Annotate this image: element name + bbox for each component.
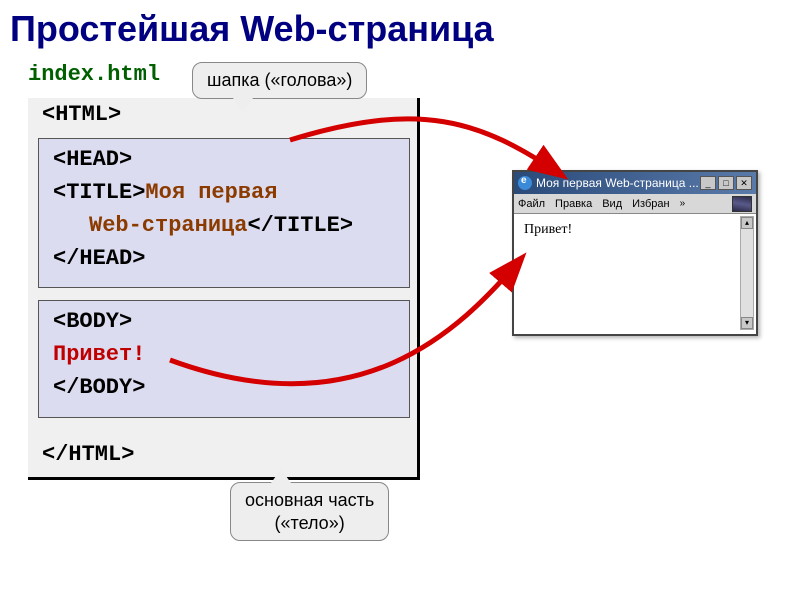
code-body-open: <BODY> [39, 305, 409, 338]
code-head-close: </HEAD> [39, 242, 409, 275]
code-title-line1: <TITLE>Моя первая [39, 176, 409, 209]
slide-title: Простейшая Web-страница [10, 8, 494, 50]
callout-head: шапка («голова») [192, 62, 367, 99]
code-head-open: <HEAD> [39, 143, 409, 176]
code-body-block: <BODY> Привет! </BODY> [38, 300, 410, 418]
scroll-down-button[interactable]: ▾ [741, 317, 753, 329]
browser-window-title: Моя первая Web-страница ... [536, 176, 699, 190]
code-title-open: <TITLE> [53, 180, 145, 205]
filename-label: index.html [28, 62, 160, 87]
maximize-button[interactable]: □ [718, 176, 734, 190]
close-button[interactable]: ✕ [736, 176, 752, 190]
window-buttons: _ □ ✕ [700, 176, 752, 190]
browser-menubar: Файл Правка Вид Избран » [514, 194, 756, 214]
code-html-open: <HTML> [28, 98, 417, 131]
minimize-button[interactable]: _ [700, 176, 716, 190]
callout-body: основная часть («тело») [230, 482, 389, 541]
browser-logo-icon [732, 196, 752, 212]
code-head-block: <HEAD> <TITLE>Моя первая Web-страница</T… [38, 138, 410, 288]
browser-scrollbar[interactable]: ▴ ▾ [740, 216, 754, 330]
browser-rendered-text: Привет! [524, 222, 572, 237]
menu-file[interactable]: Файл [518, 198, 545, 210]
scroll-up-button[interactable]: ▴ [741, 217, 753, 229]
ie-icon [518, 176, 532, 190]
code-body-text: Привет! [39, 338, 409, 371]
menu-more-icon[interactable]: » [680, 198, 686, 209]
menu-view[interactable]: Вид [602, 198, 622, 210]
callout-body-line2: («тело») [275, 513, 345, 533]
menu-edit[interactable]: Правка [555, 198, 592, 210]
callout-body-line1: основная часть [245, 490, 374, 510]
browser-window: Моя первая Web-страница ... _ □ ✕ Файл П… [512, 170, 758, 336]
code-html-close: </HTML> [28, 438, 148, 471]
code-title-text2: Web-страница [89, 213, 247, 238]
code-body-close: </BODY> [39, 371, 409, 404]
menu-favorites[interactable]: Избран [632, 198, 669, 210]
code-title-close: </TITLE> [247, 213, 353, 238]
browser-content: Привет! [514, 214, 756, 334]
code-title-line2: Web-страница</TITLE> [39, 209, 409, 242]
browser-titlebar: Моя первая Web-страница ... _ □ ✕ [514, 172, 756, 194]
code-block: <HTML> <HEAD> <TITLE>Моя первая Web-стра… [28, 98, 420, 480]
code-title-text1: Моя первая [145, 180, 277, 205]
